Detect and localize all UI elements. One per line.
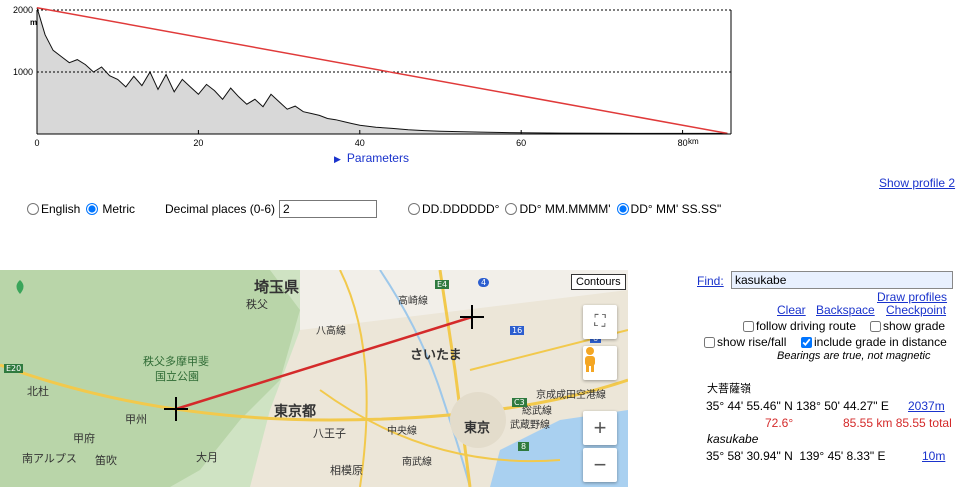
label-chichibu: 秩父 xyxy=(246,298,268,311)
follow-route-label: follow driving route xyxy=(756,319,857,333)
x-tick-label: 80 xyxy=(678,138,688,148)
fullscreen-icon: ⛶ xyxy=(594,313,606,330)
show-grade-option: show grade xyxy=(870,319,945,333)
distance-value: 85.55 km 85.55 total xyxy=(843,416,952,430)
format-ddmmss-radio[interactable] xyxy=(616,203,629,215)
include-grade-option: include grade in distance xyxy=(801,335,947,349)
x-tick-label: 60 xyxy=(516,138,526,148)
fullscreen-button[interactable]: ⛶ xyxy=(583,305,617,339)
label-musashino: 武蔵野線 xyxy=(510,420,550,431)
format-dd-label: DD.DDDDDD° xyxy=(422,202,500,216)
point1-coords: 35° 44' 55.46" N 138° 50' 44.27" E xyxy=(706,399,889,413)
bearings-note: Bearings are true, not magnetic xyxy=(777,350,931,362)
pegman-icon xyxy=(585,347,595,372)
show-rise-checkbox[interactable] xyxy=(704,337,715,348)
label-chuo-line: 中央線 xyxy=(387,426,417,437)
y-unit-label: m xyxy=(30,18,37,27)
y-tick-1000: 1000 xyxy=(13,67,33,77)
show-profile-2-link[interactable]: Show profile 2 xyxy=(879,176,955,190)
zoom-out-button[interactable]: − xyxy=(583,448,617,482)
label-tokyo-to: 東京都 xyxy=(274,404,316,420)
x-unit-label: km xyxy=(688,137,699,146)
label-otsuki: 大月 xyxy=(196,451,218,464)
decimal-places-input[interactable] xyxy=(279,200,378,218)
english-label: English xyxy=(41,202,81,216)
format-ddmm-radio[interactable] xyxy=(505,203,518,215)
find-link[interactable]: Find: xyxy=(697,274,724,288)
metric-radio[interactable] xyxy=(86,203,99,215)
decimal-places-label: Decimal places (0-6) xyxy=(165,202,276,216)
map-view[interactable]: 埼玉県 秩父 秩父多摩甲斐 国立公園 北杜 甲州 甲府 南アルプス 笛吹 大月 … xyxy=(0,270,628,487)
label-nambu: 南武線 xyxy=(402,457,432,468)
label-saitama-pref: 埼玉県 xyxy=(254,278,300,296)
bearing-value: 72.6° xyxy=(765,416,794,430)
follow-route-checkbox[interactable] xyxy=(743,321,754,332)
label-koshu: 甲州 xyxy=(125,413,147,426)
contours-button[interactable]: Contours xyxy=(571,274,626,290)
backspace-link[interactable]: Backspace xyxy=(816,303,875,317)
format-dd-radio[interactable] xyxy=(408,203,420,215)
label-keisei: 京成成田空港線 xyxy=(536,390,606,401)
show-grade-checkbox[interactable] xyxy=(870,321,881,332)
english-radio[interactable] xyxy=(27,203,39,215)
decimal-places-group: Decimal places (0-6) xyxy=(165,200,378,218)
show-rise-option: show rise/fall xyxy=(704,335,786,349)
label-saitama-city: さいたま xyxy=(410,348,462,363)
coord-format-group: DD.DDDDDD° DD° MM.MMMM' DD° MM' SS.SS" xyxy=(408,202,721,216)
elevation-profile-chart: 2000 m 1000 0 20 40 60 80 km xyxy=(13,5,732,148)
triangle-right-icon: ▶ xyxy=(334,154,341,164)
label-takasaki: 高崎線 xyxy=(398,296,428,307)
zoom-in-button[interactable]: + xyxy=(583,411,617,445)
find-input[interactable] xyxy=(731,271,953,289)
point1-name: 大菩薩嶺 xyxy=(707,382,751,395)
point2-coords: 35° 58' 30.94" N 139° 45' 8.33" E xyxy=(706,449,886,463)
label-hachioji: 八王子 xyxy=(313,427,346,440)
label-park: 秩父多摩甲斐 xyxy=(143,355,209,368)
format-ddmmss-label: DD° MM' SS.SS" xyxy=(630,202,722,216)
label-tokyo: 東京 xyxy=(464,421,491,436)
shield-8: 8 xyxy=(518,442,530,451)
x-tick-label: 20 xyxy=(193,138,203,148)
include-grade-checkbox[interactable] xyxy=(801,337,812,348)
format-ddmm-label: DD° MM.MMMM' xyxy=(519,202,611,216)
y-tick-2000: 2000 xyxy=(13,5,33,15)
shield-16: 16 xyxy=(510,326,525,335)
show-rise-label: show rise/fall xyxy=(717,335,787,349)
shield-4: 4 xyxy=(478,278,490,287)
point1-elevation-link[interactable]: 2037m xyxy=(908,399,945,413)
shield-c3: C3 xyxy=(512,398,527,407)
show-grade-label: show grade xyxy=(883,319,946,333)
checkpoint-link[interactable]: Checkpoint xyxy=(886,303,946,317)
shield-e4: E4 xyxy=(435,280,450,289)
point2-elevation-link[interactable]: 10m xyxy=(922,449,945,463)
draw-profiles-link[interactable]: Draw profiles xyxy=(877,290,947,304)
parameters-toggle[interactable]: ▶ Parameters xyxy=(334,151,409,165)
point2-name: kasukabe xyxy=(707,432,759,446)
street-view-button[interactable] xyxy=(583,346,617,380)
parameters-label: Parameters xyxy=(346,151,409,165)
label-park-2: 国立公園 xyxy=(155,370,199,383)
label-sagamihara: 相模原 xyxy=(330,464,363,477)
label-fuefuki: 笛吹 xyxy=(95,454,117,467)
label-hachiko: 八高線 xyxy=(316,326,346,337)
label-hokuto: 北杜 xyxy=(27,385,49,398)
follow-route-option: follow driving route xyxy=(743,319,856,333)
x-tick-label: 0 xyxy=(34,138,39,148)
metric-label: Metric xyxy=(102,202,136,216)
x-tick-label: 40 xyxy=(355,138,365,148)
clear-link[interactable]: Clear xyxy=(777,303,806,317)
label-kofu: 甲府 xyxy=(73,432,95,445)
label-minami-alps: 南アルプス xyxy=(22,452,77,465)
include-grade-label: include grade in distance xyxy=(814,335,947,349)
units-radio-group: English Metric xyxy=(27,202,135,216)
shield-e20: E20 xyxy=(4,364,24,373)
